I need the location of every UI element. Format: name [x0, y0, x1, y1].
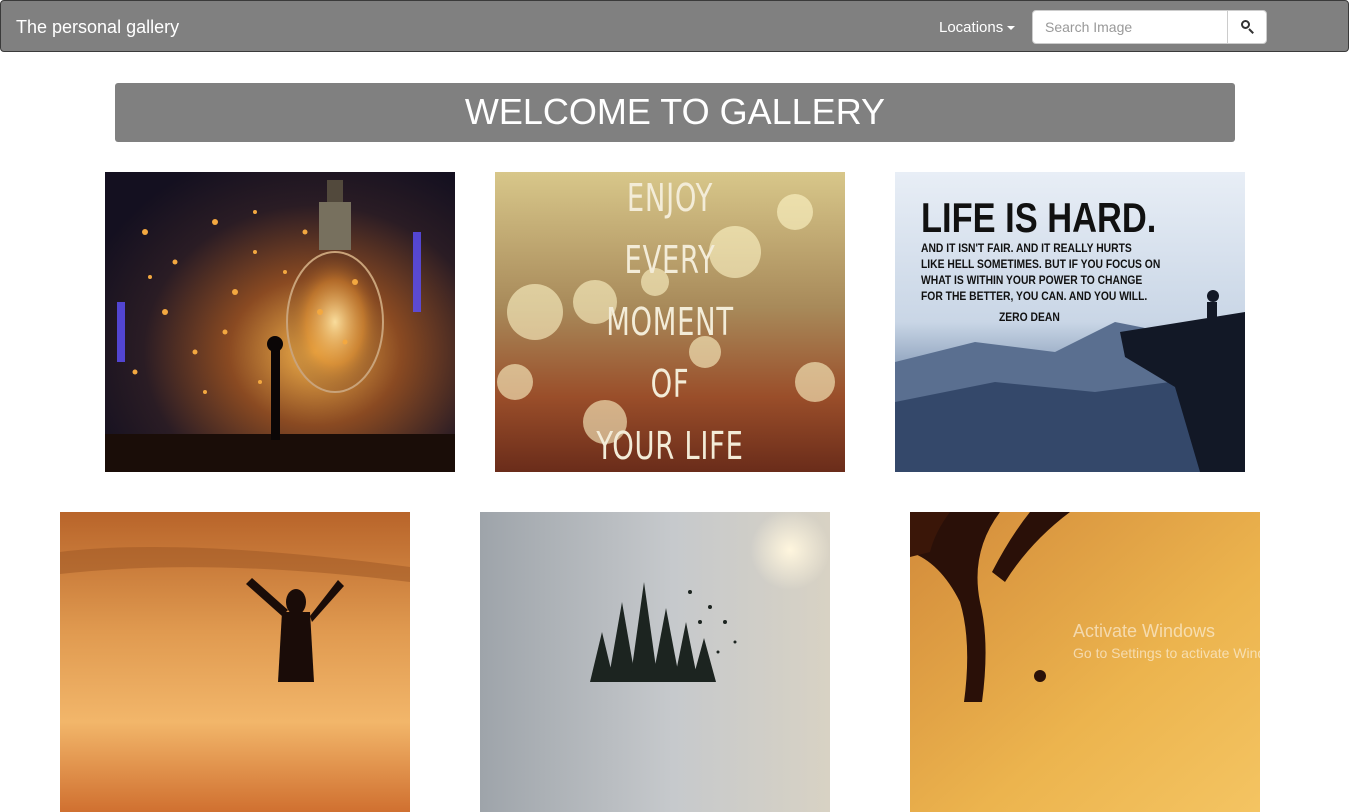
gallery-image-trees[interactable] [480, 512, 830, 812]
welcome-banner: WELCOME TO GALLERY [115, 83, 1235, 142]
brand-link[interactable]: The personal gallery [16, 17, 179, 38]
life-quote-line: AND IT ISN'T FAIR. AND IT REALLY HURTS [921, 241, 1132, 255]
life-quote-line: WHAT IS WITHIN YOUR POWER TO CHANGE [921, 273, 1143, 287]
search-input[interactable] [1033, 11, 1228, 43]
caret-down-icon [1007, 26, 1016, 31]
search-group [1032, 10, 1267, 44]
navbar: The personal gallery Locations [0, 0, 1349, 52]
enjoy-line-2: EVERY [624, 238, 716, 282]
life-quote-author: ZERO DEAN [999, 310, 1060, 324]
gallery-image-life-quote[interactable]: LIFE IS HARD. AND IT ISN'T FAIR. AND IT … [895, 172, 1245, 472]
enjoy-line-1: ENJOY [626, 176, 714, 220]
life-quote-line: FOR THE BETTER, YOU CAN. AND YOU WILL. [921, 289, 1148, 303]
locations-dropdown[interactable]: Locations [939, 19, 1016, 36]
gallery-image-sunset-person[interactable] [60, 512, 410, 812]
sunset-person-image [60, 512, 410, 812]
gallery-image-tree-sunset[interactable] [910, 512, 1260, 812]
life-quote-headline: LIFE IS HARD. [921, 194, 1157, 241]
tree-sunset-image [910, 512, 1260, 812]
locations-label: Locations [939, 19, 1004, 36]
lightbulb-image [105, 172, 455, 472]
gallery-image-enjoy[interactable]: ENJOY EVERY MOMENT OF YOUR LIFE [495, 172, 845, 472]
activate-windows-title: Activate Windows [1073, 621, 1216, 641]
life-quote-body: AND IT ISN'T FAIR. AND IT REALLY HURTS L… [921, 240, 1160, 304]
enjoy-line-3: MOMENT [606, 300, 734, 344]
search-button[interactable] [1227, 11, 1266, 43]
gallery-image-lightbulb[interactable] [105, 172, 455, 472]
life-quote-line: LIKE HELL SOMETIMES. BUT IF YOU FOCUS ON [921, 257, 1161, 271]
enjoy-line-5: YOUR LIFE [596, 424, 744, 468]
activate-windows-subtitle: Go to Settings to activate Windows. [1073, 645, 1294, 661]
trees-image [480, 512, 830, 812]
enjoy-line-4: OF [650, 362, 690, 406]
